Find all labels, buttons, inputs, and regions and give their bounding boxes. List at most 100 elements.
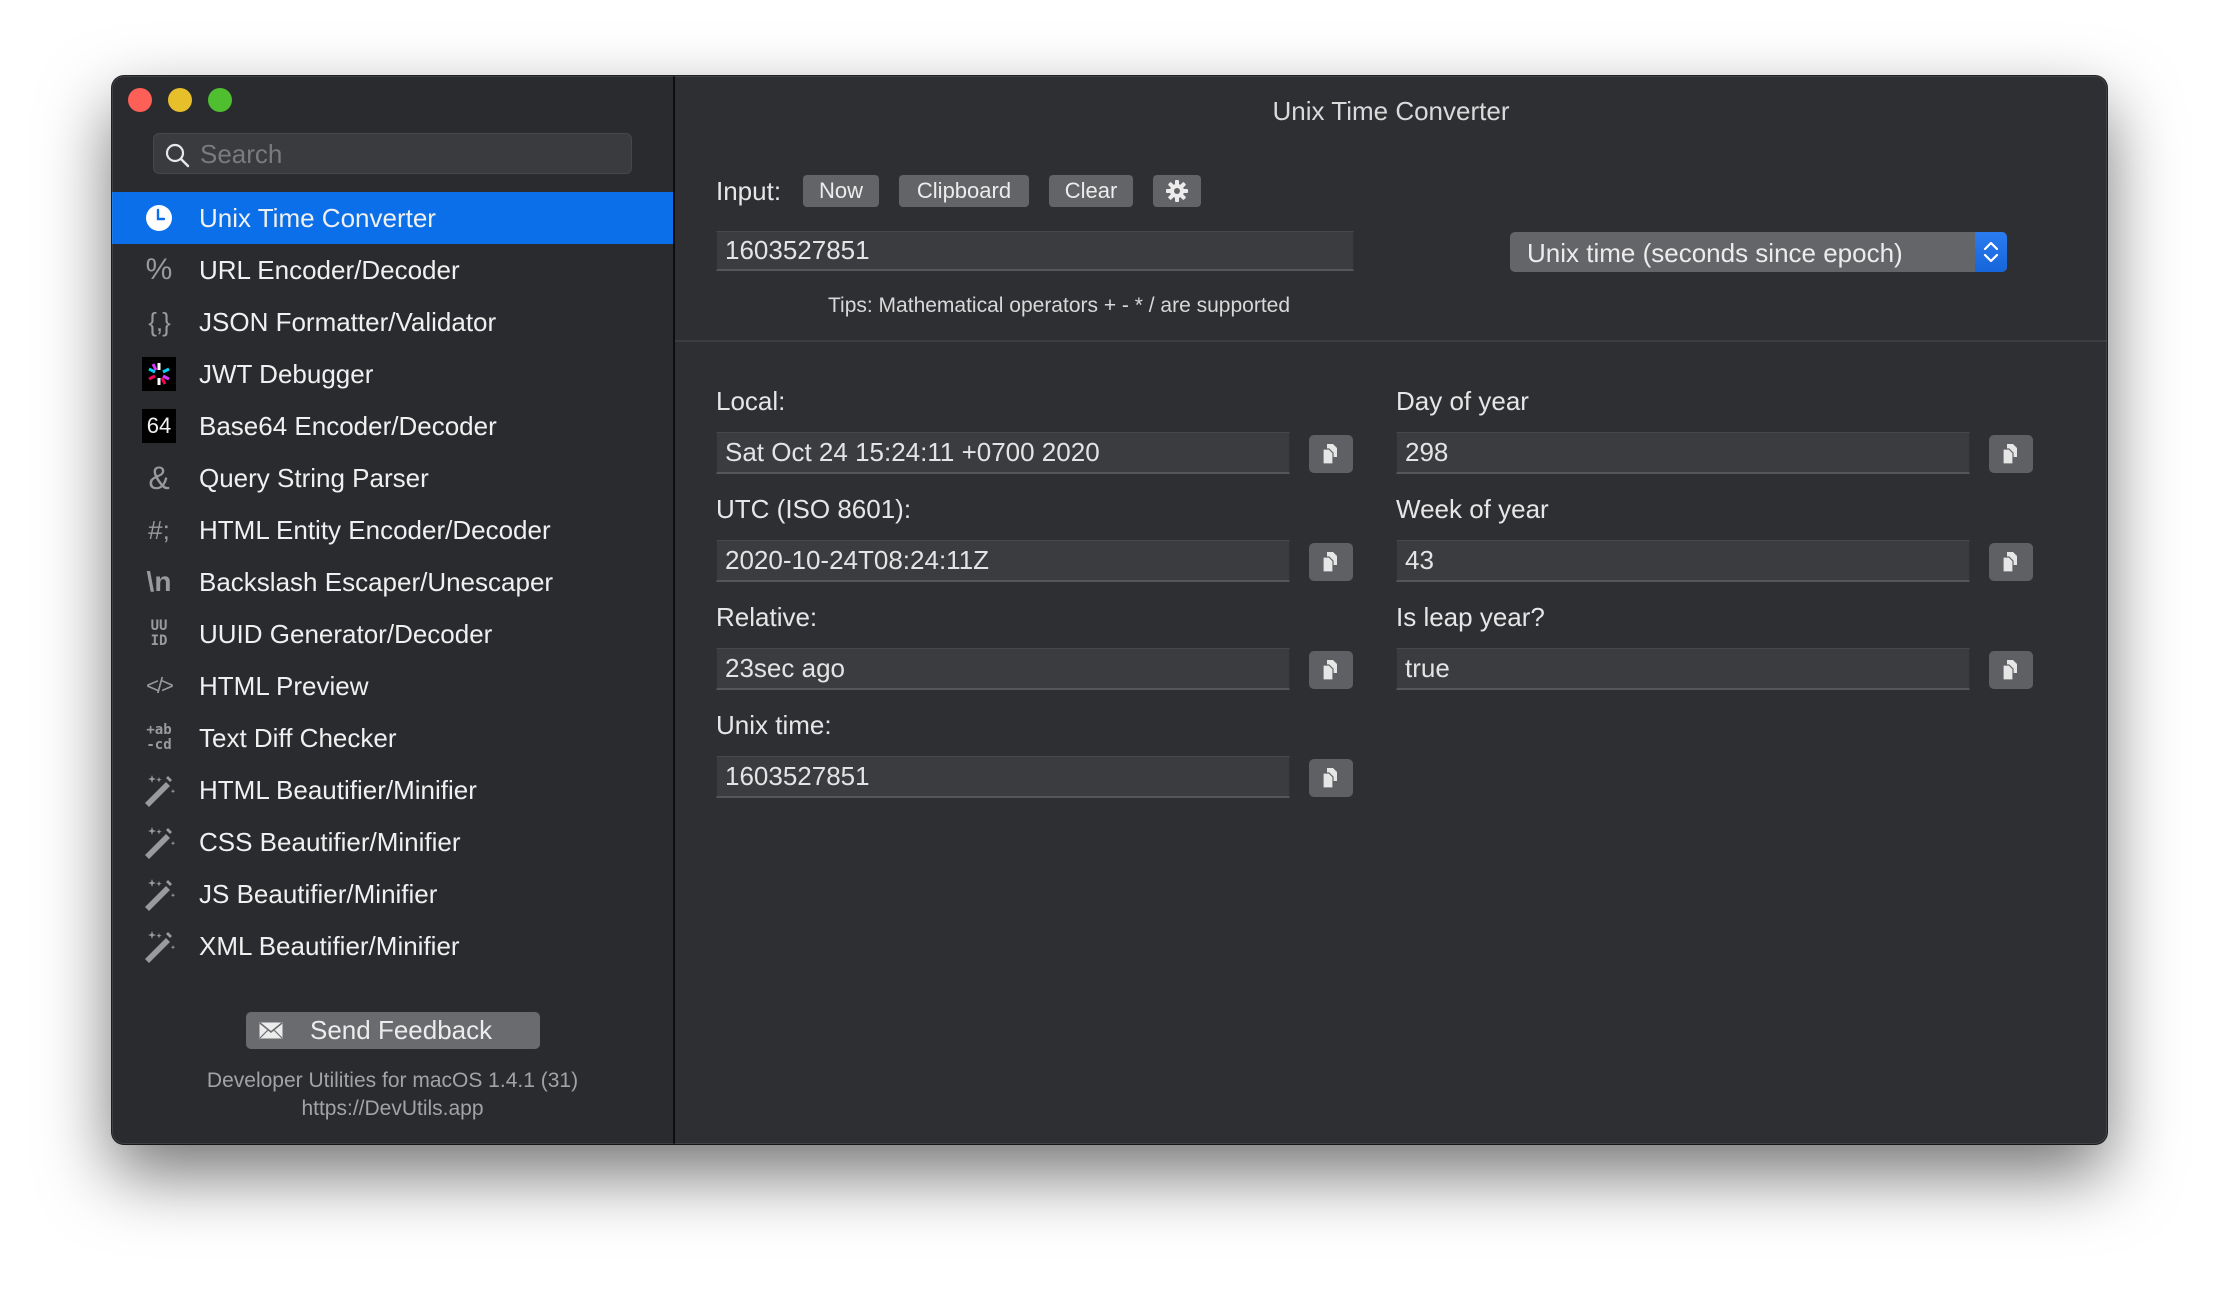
settings-button[interactable] [1153, 175, 1201, 207]
sidebar-item-label: UUID Generator/Decoder [199, 618, 493, 649]
sidebar-item-html-beautifier[interactable]: HTML Beautifier/Minifier [112, 764, 673, 816]
percent-icon: % [145, 253, 173, 286]
leap-year-field[interactable] [1396, 648, 1970, 690]
sidebar-item-json-formatter[interactable]: {,} JSON Formatter/Validator [112, 296, 673, 348]
sidebar-item-backslash-escaper[interactable]: \n Backslash Escaper/Unescaper [112, 556, 673, 608]
clock-icon [142, 201, 176, 235]
clipboard-button[interactable]: Clipboard [899, 175, 1029, 207]
sidebar-item-xml-beautifier[interactable]: XML Beautifier/Minifier [112, 920, 673, 972]
sidebar-item-label: Base64 Encoder/Decoder [199, 410, 497, 441]
week-of-year-label: Week of year [1396, 494, 1549, 524]
input-label: Input: [716, 176, 782, 206]
utc-label: UTC (ISO 8601): [716, 494, 912, 524]
copy-unix-time-button[interactable] [1309, 759, 1353, 797]
copy-icon [1322, 768, 1337, 789]
copy-week-of-year-button[interactable] [1989, 543, 2033, 581]
hash-semicolon-icon: #; [148, 515, 170, 545]
app-version-text: Developer Utilities for macOS 1.4.1 (31) [206, 1069, 579, 1092]
sidebar-item-url-encoder[interactable]: % URL Encoder/Decoder [112, 244, 673, 296]
backslash-n-icon: \n [146, 566, 172, 597]
send-feedback-label: Send Feedback [310, 1015, 493, 1045]
copy-utc-button[interactable] [1309, 543, 1353, 581]
copy-icon [1322, 444, 1337, 465]
sidebar-item-label: HTML Entity Encoder/Decoder [199, 514, 551, 545]
zoom-window-button[interactable] [208, 88, 232, 112]
sidebar-item-js-beautifier[interactable]: JS Beautifier/Minifier [112, 868, 673, 920]
search-box [153, 133, 632, 175]
unix-time-input[interactable] [716, 231, 1354, 271]
code-tag-icon: </> [146, 673, 174, 698]
app-window: Unix Time Converter % URL Encoder/Decode… [112, 76, 2107, 1144]
window-title: Unix Time Converter [1272, 96, 1510, 126]
sidebar-item-html-entity[interactable]: #; HTML Entity Encoder/Decoder [112, 504, 673, 556]
copy-icon [2002, 552, 2017, 573]
magic-wand-icon [142, 773, 176, 807]
main-panel: Unix Time Converter Input: Now Clipboard… [675, 76, 2107, 1144]
app-url-link[interactable]: https://DevUtils.app [112, 1097, 673, 1121]
input-format-select[interactable]: Unix time (seconds since epoch) [1510, 232, 2007, 272]
uuid-icon: UU ID [150, 618, 168, 649]
unix-time-field[interactable] [716, 756, 1290, 798]
braces-icon: {,} [148, 307, 171, 337]
sidebar-item-jwt-debugger[interactable]: JWT Debugger [112, 348, 673, 400]
copy-local-button[interactable] [1309, 435, 1353, 473]
local-time-field[interactable] [716, 432, 1290, 474]
local-label: Local: [716, 386, 786, 416]
copy-icon [1322, 660, 1337, 681]
sidebar-item-query-string-parser[interactable]: & Query String Parser [112, 452, 673, 504]
select-stepper[interactable] [1975, 232, 2007, 272]
sidebar-item-uuid-generator[interactable]: UU ID UUID Generator/Decoder [112, 608, 673, 660]
text-diff-icon: +ab -cd [146, 722, 172, 753]
sidebar-item-label: JWT Debugger [199, 358, 374, 389]
magic-wand-icon [142, 877, 176, 911]
sidebar-item-label: Unix Time Converter [199, 202, 436, 233]
copy-day-of-year-button[interactable] [1989, 435, 2033, 473]
input-format-value: Unix time (seconds since epoch) [1527, 238, 1903, 268]
now-button[interactable]: Now [803, 175, 879, 207]
sidebar-item-label: URL Encoder/Decoder [199, 254, 460, 285]
sidebar-item-label: XML Beautifier/Minifier [199, 930, 460, 961]
copy-icon [2002, 660, 2017, 681]
utc-time-field[interactable] [716, 540, 1290, 582]
send-feedback-button[interactable]: Send Feedback [246, 1012, 540, 1049]
close-window-button[interactable] [128, 88, 152, 112]
sidebar-item-label: Query String Parser [199, 462, 429, 493]
sidebar-item-label: JSON Formatter/Validator [199, 306, 497, 337]
tool-list: Unix Time Converter % URL Encoder/Decode… [112, 192, 673, 972]
envelope-icon [259, 1022, 283, 1039]
copy-icon [2002, 444, 2017, 465]
day-of-year-field[interactable] [1396, 432, 1970, 474]
gear-icon [1166, 180, 1188, 202]
sidebar-item-text-diff[interactable]: +ab -cd Text Diff Checker [112, 712, 673, 764]
week-of-year-field[interactable] [1396, 540, 1970, 582]
search-icon [165, 143, 190, 168]
leap-year-label: Is leap year? [1396, 602, 1545, 632]
relative-time-field[interactable] [716, 648, 1290, 690]
jwt-logo-icon [142, 357, 176, 391]
clear-button[interactable]: Clear [1049, 175, 1133, 207]
sidebar-item-label: HTML Preview [199, 670, 369, 701]
ampersand-icon: & [148, 460, 170, 496]
sidebar-item-label: JS Beautifier/Minifier [199, 878, 438, 909]
base64-icon: 64 [142, 409, 176, 443]
sidebar-item-css-beautifier[interactable]: CSS Beautifier/Minifier [112, 816, 673, 868]
sidebar-item-unix-time-converter[interactable]: Unix Time Converter [112, 192, 673, 244]
day-of-year-label: Day of year [1396, 386, 1529, 416]
minimize-window-button[interactable] [168, 88, 192, 112]
copy-leap-year-button[interactable] [1989, 651, 2033, 689]
copy-relative-button[interactable] [1309, 651, 1353, 689]
magic-wand-icon [142, 825, 176, 859]
sidebar-item-html-preview[interactable]: </> HTML Preview [112, 660, 673, 712]
sidebar-item-base64[interactable]: 64 Base64 Encoder/Decoder [112, 400, 673, 452]
sidebar: Unix Time Converter % URL Encoder/Decode… [112, 76, 675, 1144]
sidebar-item-label: Text Diff Checker [199, 722, 397, 753]
divider [675, 340, 2107, 342]
unix-time-label: Unix time: [716, 710, 832, 740]
search-input[interactable] [198, 134, 622, 175]
tips-text: Tips: Mathematical operators + - * / are… [828, 294, 1291, 317]
sidebar-item-label: CSS Beautifier/Minifier [199, 826, 461, 857]
sidebar-item-label: Backslash Escaper/Unescaper [199, 566, 554, 597]
relative-label: Relative: [716, 602, 818, 632]
magic-wand-icon [142, 929, 176, 963]
chevron-up-down-icon [1983, 241, 1999, 263]
